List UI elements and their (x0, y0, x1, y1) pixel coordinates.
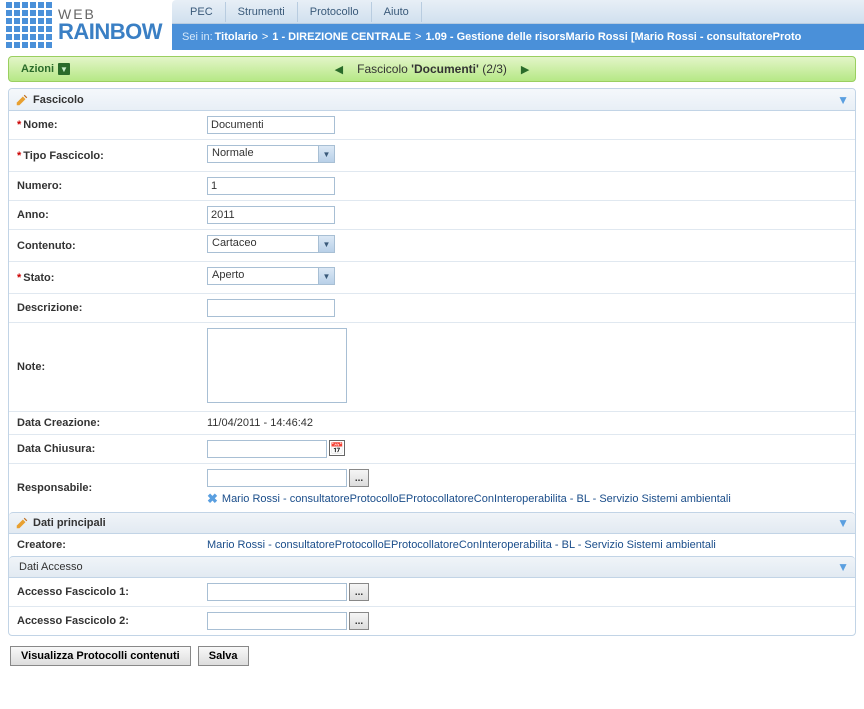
label-responsabile: Responsabile: (17, 482, 92, 494)
label-creatore: Creatore: (17, 539, 66, 551)
data-creazione-value: 11/04/2011 - 14:46:42 (207, 417, 313, 429)
collapse-icon[interactable]: ▼ (837, 93, 849, 107)
data-chiusura-input[interactable] (207, 440, 327, 458)
breadcrumb-user[interactable]: Mario Rossi [Mario Rossi - consultatoreP… (565, 31, 801, 43)
label-data-chiusura: Data Chiusura: (17, 443, 95, 455)
salva-button[interactable]: Salva (198, 646, 249, 666)
label-contenuto: Contenuto: (17, 240, 76, 252)
label-stato: Stato: (23, 272, 54, 284)
chevron-down-icon: ▼ (318, 236, 334, 252)
numero-input[interactable] (207, 177, 335, 195)
stato-select[interactable]: Aperto▼ (207, 267, 335, 285)
label-note: Note: (17, 361, 45, 373)
accesso1-lookup-button[interactable]: ... (349, 583, 369, 601)
menubar: PEC Strumenti Protocollo Aiuto (172, 0, 864, 24)
calendar-icon[interactable] (329, 440, 345, 456)
chevron-down-icon: ▼ (58, 63, 70, 75)
label-anno: Anno: (17, 209, 49, 221)
tipo-fascicolo-select[interactable]: Normale▼ (207, 145, 335, 163)
label-tipo: Tipo Fascicolo: (23, 150, 103, 162)
collapse-icon[interactable]: ▼ (837, 516, 849, 530)
accesso1-input[interactable] (207, 583, 347, 601)
section-dati-principali-title: Dati principali (33, 517, 106, 529)
contenuto-select[interactable]: Cartaceo▼ (207, 235, 335, 253)
pager-prev[interactable]: ◀ (321, 63, 357, 76)
accesso2-input[interactable] (207, 612, 347, 630)
logo-text-rainbow: RAINBOW (58, 21, 162, 43)
chevron-down-icon: ▼ (318, 146, 334, 162)
pager-next[interactable]: ▶ (507, 63, 543, 76)
menu-pec[interactable]: PEC (178, 2, 226, 22)
section-dati-accesso-header: Dati Accesso ▼ (9, 556, 855, 578)
menu-strumenti[interactable]: Strumenti (226, 2, 298, 22)
breadcrumb-titolario[interactable]: Titolario (215, 31, 258, 43)
pager: ◀ Fascicolo 'Documenti' (2/3) ▶ (321, 62, 544, 76)
breadcrumb: Sei in: Titolario > 1 - DIREZIONE CENTRA… (172, 24, 864, 50)
section-dati-principali-header: Dati principali ▼ (9, 512, 855, 534)
pencil-icon (15, 516, 29, 530)
label-nome: Nome: (23, 119, 57, 131)
pager-prefix: Fascicolo (357, 62, 411, 76)
pencil-icon (15, 93, 29, 107)
azioni-label: Azioni (21, 63, 54, 75)
responsabile-link[interactable]: Mario Rossi - consultatoreProtocolloEPro… (222, 493, 731, 505)
responsabile-input[interactable] (207, 469, 347, 487)
nome-input[interactable] (207, 116, 335, 134)
creatore-link[interactable]: Mario Rossi - consultatoreProtocolloEPro… (207, 539, 716, 551)
breadcrumb-label: Sei in: (182, 31, 213, 43)
label-descrizione: Descrizione: (17, 302, 82, 314)
breadcrumb-gestione[interactable]: 1.09 - Gestione delle risors (425, 31, 565, 43)
accesso2-lookup-button[interactable]: ... (349, 612, 369, 630)
section-fascicolo-title: Fascicolo (33, 94, 84, 106)
anno-input[interactable] (207, 206, 335, 224)
pager-name: 'Documenti' (411, 62, 479, 76)
label-numero: Numero: (17, 180, 62, 192)
logo-icon (6, 2, 52, 48)
visualizza-protocolli-button[interactable]: Visualizza Protocolli contenuti (10, 646, 191, 666)
label-data-creazione: Data Creazione: (17, 417, 100, 429)
menu-protocollo[interactable]: Protocollo (298, 2, 372, 22)
descrizione-input[interactable] (207, 299, 335, 317)
azioni-menu[interactable]: Azioni ▼ (9, 63, 70, 75)
action-bar: Azioni ▼ ◀ Fascicolo 'Documenti' (2/3) ▶ (8, 56, 856, 82)
responsabile-lookup-button[interactable]: ... (349, 469, 369, 487)
menu-aiuto[interactable]: Aiuto (372, 2, 422, 22)
breadcrumb-direzione[interactable]: 1 - DIREZIONE CENTRALE (272, 31, 411, 43)
label-accesso2: Accesso Fascicolo 2: (17, 615, 129, 627)
remove-icon[interactable]: ✖ (207, 491, 218, 507)
label-accesso1: Accesso Fascicolo 1: (17, 586, 129, 598)
note-textarea[interactable] (207, 328, 347, 403)
section-fascicolo-header: Fascicolo ▼ (9, 89, 855, 111)
section-dati-accesso-title: Dati Accesso (15, 561, 83, 573)
logo: WEB RAINBOW (0, 0, 172, 50)
collapse-icon[interactable]: ▼ (837, 560, 849, 574)
chevron-down-icon: ▼ (318, 268, 334, 284)
pager-count: (2/3) (479, 62, 507, 76)
